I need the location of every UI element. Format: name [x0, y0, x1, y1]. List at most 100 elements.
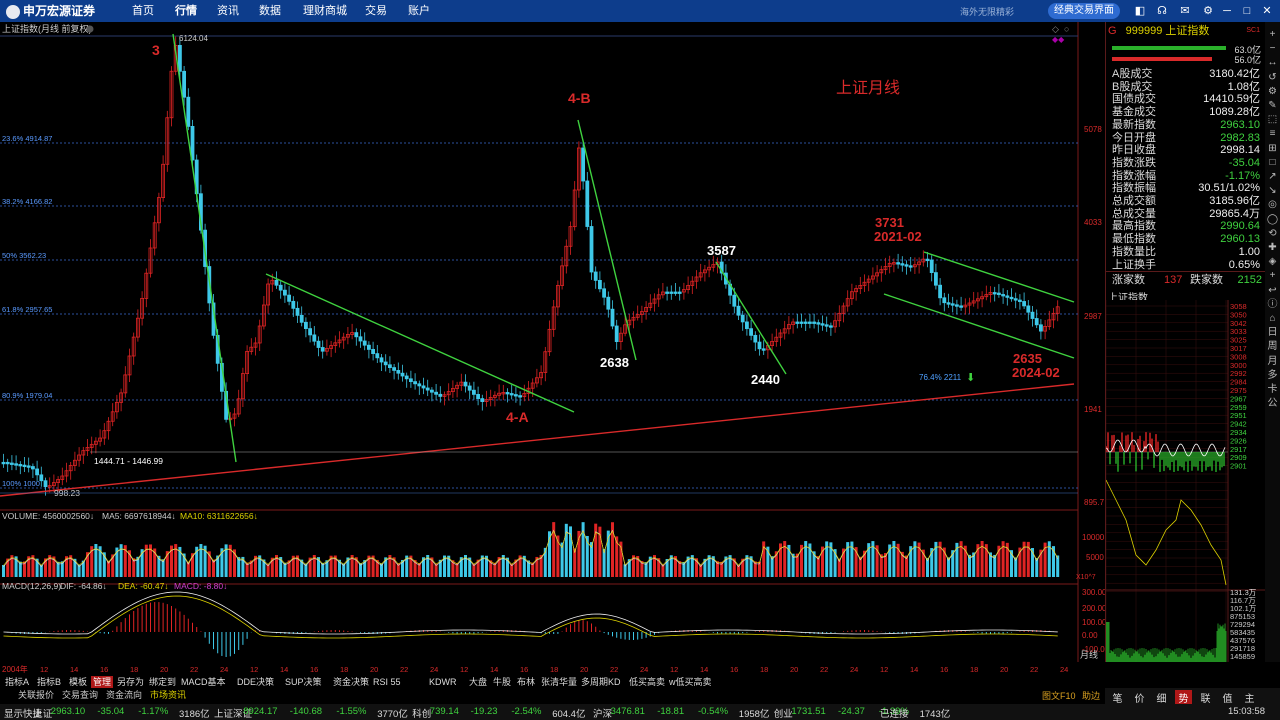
tool-icon[interactable]: ◈: [1265, 255, 1280, 269]
candle-body: [509, 393, 514, 396]
time-axis-tick: 12: [460, 665, 468, 674]
tool-icon[interactable]: 公: [1265, 397, 1280, 411]
brand-logo[interactable]: 申万宏源证券: [6, 3, 102, 19]
tool-icon[interactable]: □: [1265, 156, 1280, 170]
tool-icon[interactable]: +: [1265, 28, 1280, 42]
minichart-tab[interactable]: 联: [1197, 690, 1214, 705]
intraday-mini-chart[interactable]: 3058305030423033302530173008300029922984…: [1106, 300, 1266, 662]
indicator-tab[interactable]: 模板: [67, 676, 89, 688]
tool-icon[interactable]: ⟲: [1265, 227, 1280, 241]
indicator-tab[interactable]: DDE决策: [235, 676, 276, 688]
tool-icon[interactable]: ⬚: [1265, 113, 1280, 127]
info-tab[interactable]: 关联报价: [18, 689, 54, 701]
close-icon[interactable]: ✕: [1260, 4, 1274, 18]
f10-tab[interactable]: 图文F10: [1042, 689, 1076, 702]
candle-body: [274, 279, 279, 286]
tool-icon[interactable]: ↘: [1265, 184, 1280, 198]
tool-icon[interactable]: −: [1265, 42, 1280, 56]
tool-icon[interactable]: +: [1265, 269, 1280, 283]
status-item: -0.54%: [698, 706, 729, 717]
quote-row-value: 2960.13: [1220, 233, 1260, 246]
indicator-tab[interactable]: 多周期KD: [579, 676, 623, 688]
minichart-tab[interactable]: 价: [1131, 690, 1148, 705]
tool-icon[interactable]: ↗: [1265, 170, 1280, 184]
classic-trading-button[interactable]: 经典交易界面: [1048, 3, 1120, 19]
indicator-tab[interactable]: 资金决策: [331, 676, 371, 688]
candle-body: [35, 468, 39, 476]
tool-icon[interactable]: ⊞: [1265, 142, 1280, 156]
tool-icon[interactable]: ⚙: [1265, 85, 1280, 99]
minichart-tab[interactable]: 笔: [1109, 690, 1126, 705]
candle-body: [732, 294, 737, 307]
quote-row: 指数量比 1.00: [1112, 246, 1260, 259]
time-axis-tick: 18: [760, 665, 768, 674]
candle-body: [182, 70, 187, 98]
indicator-tab[interactable]: 另存为: [115, 676, 146, 688]
message-icon[interactable]: ✉: [1178, 4, 1192, 18]
indicator-tab[interactable]: SUP决策: [283, 676, 324, 688]
tool-icon[interactable]: ✎: [1265, 99, 1280, 113]
minimize-icon[interactable]: ─: [1220, 4, 1234, 18]
chart-option-icon[interactable]: [86, 25, 94, 33]
minichart-tab[interactable]: 细: [1153, 690, 1170, 705]
status-item: -19.23: [470, 706, 498, 717]
tool-icon[interactable]: ↩: [1265, 284, 1280, 298]
nav-4[interactable]: 理财商城: [303, 0, 347, 22]
tool-icon[interactable]: 卡: [1265, 383, 1280, 397]
info-tab[interactable]: 市场资讯: [150, 689, 186, 701]
indicator-tab[interactable]: 绑定到: [147, 676, 178, 688]
nav-1[interactable]: 行情: [175, 0, 197, 22]
nav-6[interactable]: 账户: [408, 0, 430, 22]
indicator-tab[interactable]: 管理: [91, 676, 114, 688]
level-3731-label: 3731: [875, 215, 904, 230]
candle-body: [434, 391, 439, 395]
indicator-tab[interactable]: MACD基本: [179, 676, 228, 688]
info-tab[interactable]: 交易查询: [62, 689, 98, 701]
nav-2[interactable]: 资讯: [217, 0, 239, 22]
minichart-tab[interactable]: 主: [1241, 690, 1258, 705]
level-2635-label: 2635: [1013, 351, 1042, 366]
headset-icon[interactable]: ☊: [1155, 4, 1169, 18]
indicator-tab[interactable]: 大盘: [467, 676, 489, 688]
nav-3[interactable]: 数据: [259, 0, 281, 22]
range-1444-label: 1444.71 - 1446.99: [94, 456, 163, 466]
skin-icon[interactable]: ◧: [1133, 4, 1147, 18]
tool-icon[interactable]: ⌂: [1265, 312, 1280, 326]
nav-0[interactable]: 首页: [132, 0, 154, 22]
minichart-tab[interactable]: 势: [1175, 690, 1192, 705]
tool-icon[interactable]: ↔: [1265, 56, 1280, 70]
tool-icon[interactable]: ◎: [1265, 198, 1280, 212]
time-axis-tick: 22: [1030, 665, 1038, 674]
indicator-tab[interactable]: 低买高卖: [627, 676, 667, 688]
tool-icon[interactable]: 周: [1265, 340, 1280, 354]
tool-icon[interactable]: 日: [1265, 326, 1280, 340]
tool-icon[interactable]: ↺: [1265, 71, 1280, 85]
info-tab[interactable]: 资金流向: [106, 689, 142, 701]
tool-icon[interactable]: 多: [1265, 369, 1280, 383]
settings-icon[interactable]: ⚙: [1201, 4, 1215, 18]
indicator-tab[interactable]: RSI 55: [371, 676, 403, 688]
tool-icon[interactable]: 月: [1265, 355, 1280, 369]
tool-icon[interactable]: ⓘ: [1265, 298, 1280, 312]
nav-5[interactable]: 交易: [365, 0, 387, 22]
indicator-tab[interactable]: 牛股: [491, 676, 513, 688]
time-axis-tick: 14: [910, 665, 918, 674]
quote-row: 指数涨跌 -35.04: [1112, 157, 1260, 170]
indicator-tab[interactable]: 指标A: [3, 676, 31, 688]
indicator-tab[interactable]: KDWR: [427, 676, 459, 688]
indicator-tab[interactable]: w低买高卖: [667, 676, 714, 688]
level-2638-label: 2638: [600, 355, 629, 370]
tool-icon[interactable]: ✚: [1265, 241, 1280, 255]
indicator-tab[interactable]: 张清华量: [539, 676, 579, 688]
maximize-icon[interactable]: □: [1240, 4, 1254, 18]
quote-row-label: 昨日收盘: [1112, 144, 1156, 157]
candle-body: [308, 328, 313, 336]
indicator-tab[interactable]: 布林: [515, 676, 537, 688]
tool-icon[interactable]: ◯: [1265, 213, 1280, 227]
time-axis-tick: 16: [520, 665, 528, 674]
tool-icon[interactable]: ≡: [1265, 127, 1280, 141]
indicator-tab[interactable]: 指标B: [35, 676, 63, 688]
candle-body: [669, 291, 674, 294]
monthly-kline-chart[interactable]: 上证指数(月线 前复权) 23.6% 4914.87 38.2% 4166.82 5…: [0, 22, 1105, 662]
minichart-tab[interactable]: 值: [1219, 690, 1236, 705]
